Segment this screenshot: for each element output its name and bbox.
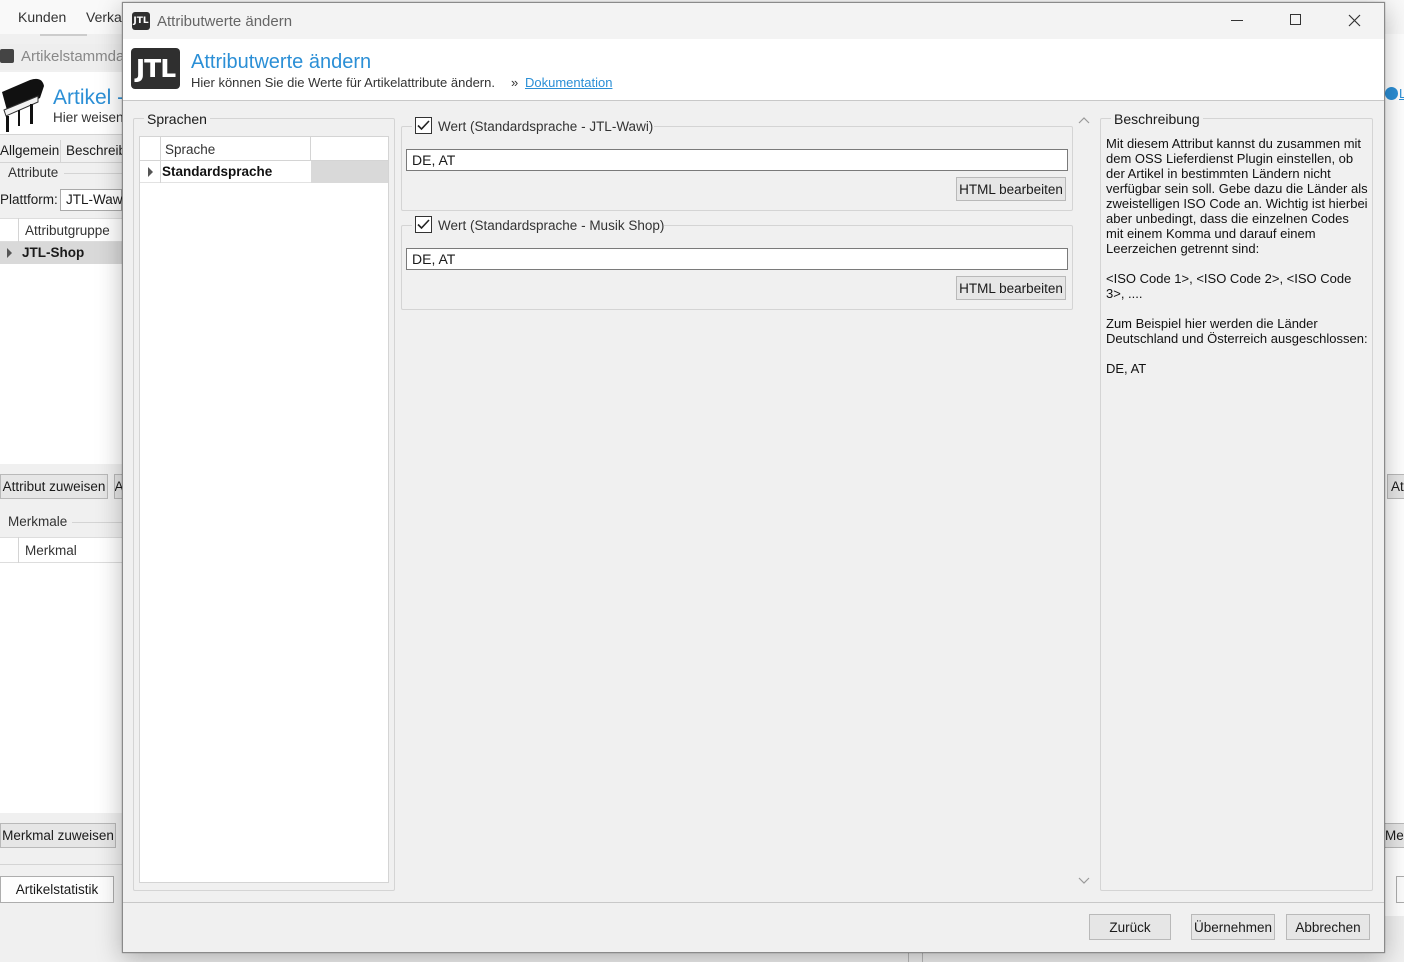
- dialog-header: JTL Attributwerte ändern Hier können Sie…: [123, 39, 1384, 101]
- html-edit-button-musik-shop[interactable]: HTML bearbeiten: [956, 276, 1066, 300]
- bg-right-link[interactable]: L: [1399, 86, 1404, 101]
- bg-grid-sep: [18, 218, 19, 242]
- description-group-label: Beschreibung: [1111, 111, 1203, 127]
- row-expand-arrow-icon[interactable]: [148, 167, 153, 177]
- row-separator: [160, 161, 161, 183]
- bg-page-title: Artikel -: [53, 86, 125, 109]
- bg-divider: [0, 134, 122, 135]
- language-column-header[interactable]: Sprache: [165, 142, 215, 157]
- language-row-label: Standardsprache: [162, 164, 273, 179]
- bg-bottom-area: [0, 916, 122, 962]
- bg-merkmale-section: Merkmale: [8, 514, 68, 529]
- bg-tab-allgemein[interactable]: Allgemein: [0, 143, 59, 158]
- cancel-button[interactable]: Abbrechen: [1286, 914, 1370, 940]
- bg-platform-value: JTL-Waw: [66, 192, 123, 207]
- header-separator: »: [511, 75, 519, 90]
- value-label-jtl-wawi: Wert (Standardsprache - JTL-Wawi): [438, 119, 654, 134]
- maximize-icon[interactable]: [1290, 14, 1301, 25]
- bg-menu-verkauf[interactable]: Verka: [86, 9, 122, 25]
- expand-arrow-icon[interactable]: [7, 248, 12, 258]
- languages-group-label: Sprachen: [144, 111, 210, 127]
- scroll-up-icon[interactable]: [1078, 116, 1090, 124]
- bg-page-subtitle: Hier weisen: [53, 110, 124, 125]
- info-icon: [1385, 87, 1398, 100]
- bg-attr-col-header: Attributgruppe: [25, 223, 110, 238]
- documentation-link[interactable]: Dokumentation: [525, 75, 612, 90]
- description-text: Mit diesem Attribut kannst du zusammen m…: [1106, 136, 1368, 376]
- bg-merkmal-grid-body: [0, 563, 122, 813]
- description-paragraph: DE, AT: [1106, 361, 1147, 376]
- checkmark-icon: [417, 219, 430, 230]
- bg-bottom-sep-2: [922, 952, 923, 962]
- grand-piano-icon: [2, 78, 44, 132]
- bg-right-button-3[interactable]: [1396, 876, 1404, 903]
- back-button[interactable]: Zurück: [1089, 914, 1171, 940]
- description-paragraph: Mit diesem Attribut kannst du zusammen m…: [1106, 136, 1368, 256]
- bg-attr-row-label: JTL-Shop: [22, 245, 85, 260]
- header-title: Attributwerte ändern: [191, 51, 372, 73]
- header-subtitle: Hier können Sie die Werte für Artikelatt…: [191, 75, 495, 90]
- description-paragraph: Zum Beispiel hier werden die Länder Deut…: [1106, 316, 1368, 346]
- bg-assign-attribute-button[interactable]: Attribut zuweisen: [0, 474, 108, 499]
- language-row-cell: [311, 161, 388, 183]
- value-label-musik-shop: Wert (Standardsprache - Musik Shop): [438, 218, 665, 233]
- value-checkbox-musik-shop[interactable]: [415, 216, 432, 233]
- value-checkbox-jtl-wawi[interactable]: [415, 117, 432, 134]
- scroll-down-icon[interactable]: [1078, 877, 1090, 885]
- jtl-logo: JTL: [131, 48, 180, 89]
- attribute-values-dialog: JTL Attributwerte ändern JTL Attributwer…: [122, 2, 1385, 953]
- jtl-app-icon: JTL: [132, 12, 150, 30]
- bg-tab-separator: [60, 140, 61, 162]
- grid-column-separator: [160, 137, 161, 161]
- bg-attr-grid-body: [0, 264, 122, 464]
- minimize-icon[interactable]: [1231, 20, 1243, 21]
- bg-tab-beschreibung[interactable]: Beschreib: [66, 143, 126, 158]
- bg-artikelstatistik-button[interactable]: Artikelstatistik: [0, 876, 114, 903]
- value-input-musik-shop[interactable]: DE, AT: [406, 248, 1068, 270]
- dialog-title: Attributwerte ändern: [157, 13, 293, 30]
- bg-window-icon: [0, 49, 14, 63]
- value-input-jtl-wawi[interactable]: DE, AT: [406, 149, 1068, 171]
- bg-section-line: [64, 173, 122, 174]
- bg-right-button-1[interactable]: At: [1387, 474, 1404, 499]
- grid-column-separator-2: [310, 137, 311, 161]
- dialog-titlebar[interactable]: JTL Attributwerte ändern: [123, 3, 1384, 39]
- bg-bottom-sep: [908, 952, 909, 962]
- bg-section-line-2: [72, 522, 122, 523]
- bg-menu-underline: [40, 34, 87, 36]
- languages-grid: Sprache Standardsprache: [139, 136, 389, 883]
- checkmark-icon: [417, 120, 430, 131]
- bg-platform-select[interactable]: JTL-Waw: [60, 189, 123, 211]
- bg-window-title: Artikelstammda: [21, 48, 125, 65]
- footer-divider: [123, 902, 1384, 903]
- description-paragraph: <ISO Code 1>, <ISO Code 2>, <ISO Code 3>…: [1106, 271, 1352, 301]
- html-edit-button-jtl-wawi[interactable]: HTML bearbeiten: [956, 177, 1066, 201]
- bg-platform-label: Plattform:: [0, 192, 58, 207]
- close-icon[interactable]: [1348, 14, 1361, 27]
- bg-merkmal-col-header: Merkmal: [25, 543, 77, 558]
- bg-attribute-section: Attribute: [8, 165, 59, 180]
- bg-grid-sep-2: [18, 537, 19, 563]
- bg-assign-merkmal-button[interactable]: Merkmal zuweisen: [0, 823, 116, 848]
- languages-grid-header: Sprache: [140, 137, 388, 161]
- bg-divider-2: [0, 864, 122, 865]
- language-row[interactable]: Standardsprache: [140, 161, 388, 183]
- apply-button[interactable]: Übernehmen: [1191, 914, 1275, 940]
- bg-menu-kunden[interactable]: Kunden: [18, 9, 66, 25]
- bg-tab-underline: [0, 162, 122, 163]
